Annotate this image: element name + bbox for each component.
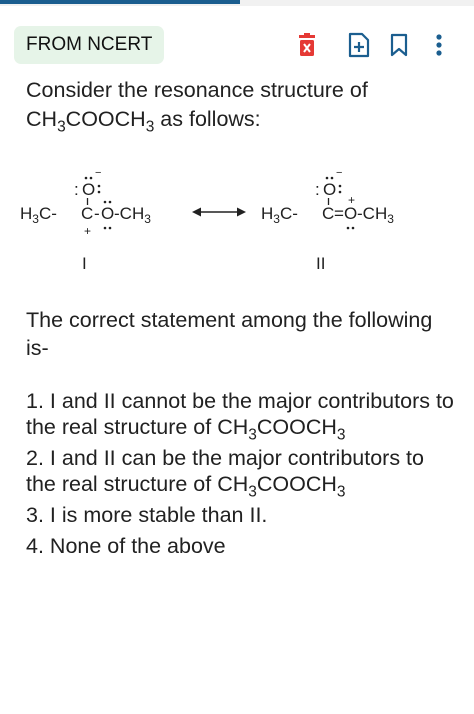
formula-part: CH — [217, 415, 249, 439]
option-1[interactable]: 1. I and II cannot be the major contribu… — [26, 388, 456, 444]
structure-I-carbon: C — [81, 204, 93, 223]
lone-pair-dot — [330, 176, 334, 180]
question-line-2: CH3COOCH3 as follows: — [26, 105, 446, 136]
top-progress-bar — [0, 0, 474, 6]
formula-subscript: 3 — [248, 483, 257, 501]
structure-II: : O − H3C- C = O + -CH3 II — [261, 167, 394, 273]
resonance-arrow — [192, 207, 246, 217]
resonance-structures-diagram: : O − H3C- C - O -CH3 + I : O − H3C- C =… — [20, 167, 394, 273]
structure-I-top-oxygen: O — [82, 180, 95, 199]
question-line-1: Consider the resonance structure of — [26, 78, 368, 102]
structure-I-ether-oxygen: O — [101, 204, 114, 223]
formula-part: COOCH — [65, 107, 146, 131]
structure-II-methyl: -CH3 — [357, 204, 394, 226]
structure-I-h3c: H3C- — [20, 204, 57, 226]
structure-I-dash: - — [94, 204, 100, 223]
structure-II-label: II — [316, 254, 325, 273]
top-progress-accent — [0, 0, 240, 4]
structure-I-carbon-charge: + — [84, 224, 91, 238]
option-3[interactable]: 3. I is more stable than II. — [26, 502, 456, 528]
question-line-2-tail: as follows: — [154, 107, 261, 131]
structure-II-top-colon: : — [315, 180, 320, 199]
action-icons — [0, 30, 474, 62]
formula-part: COOCH — [256, 472, 337, 496]
structure-II-h3c: H3C- — [261, 204, 298, 226]
formula-subscript: 3 — [248, 426, 257, 444]
formula-part: COOCH — [256, 415, 337, 439]
structure-I-top-colon: : — [74, 180, 79, 199]
lone-pair-dot — [103, 226, 107, 230]
structure-I-label: I — [82, 254, 87, 273]
lone-pair-dot — [325, 176, 329, 180]
lone-pair-dot — [89, 176, 93, 180]
question-text: Consider the resonance structure of CH3C… — [26, 76, 446, 136]
structure-II-oxygen-charge: − — [336, 167, 342, 179]
formula-part: CH — [26, 107, 58, 131]
lone-pair-dot — [97, 190, 101, 194]
bookmark-icon[interactable] — [384, 30, 414, 60]
option-number: 4. — [26, 534, 44, 558]
option-number: 2. — [26, 446, 44, 470]
structure-II-double-bond: = — [334, 204, 344, 223]
structure-I-oxygen-charge: − — [95, 167, 101, 179]
lone-pair-dot — [338, 184, 342, 188]
structure-II-top-oxygen: O — [323, 180, 336, 199]
option-2[interactable]: 2. I and II can be the major contributor… — [26, 445, 456, 501]
formula-part: CH — [217, 472, 249, 496]
option-number: 1. — [26, 389, 44, 413]
lone-pair-dot — [108, 200, 112, 204]
option-number: 3. — [26, 503, 44, 527]
lone-pair-dot — [103, 200, 107, 204]
formula-subscript: 3 — [336, 483, 346, 501]
answer-options: 1. I and II cannot be the major contribu… — [26, 388, 456, 564]
option-text: I is more stable than II. — [49, 503, 268, 527]
lone-pair-dot — [84, 176, 88, 180]
delete-icon[interactable] — [292, 30, 322, 60]
lone-pair-dot — [338, 190, 342, 194]
formula-subscript: 3 — [336, 426, 346, 444]
option-4[interactable]: 4. None of the above — [26, 533, 456, 559]
structure-I-methyl: -CH3 — [114, 204, 151, 226]
lone-pair-dot — [108, 226, 112, 230]
structure-I: : O − H3C- C - O -CH3 + I — [20, 167, 151, 273]
lone-pair-dot — [351, 226, 355, 230]
add-file-icon[interactable] — [344, 30, 374, 60]
option-text: None of the above — [49, 534, 226, 558]
structure-II-oxygen-plus: + — [348, 193, 355, 207]
question-statement: The correct statement among the followin… — [26, 308, 433, 360]
lone-pair-dot — [97, 184, 101, 188]
lone-pair-dot — [346, 226, 350, 230]
formula-subscript: 3 — [57, 118, 66, 136]
structure-II-carbon: C — [322, 204, 334, 223]
more-vert-icon[interactable] — [424, 30, 454, 60]
